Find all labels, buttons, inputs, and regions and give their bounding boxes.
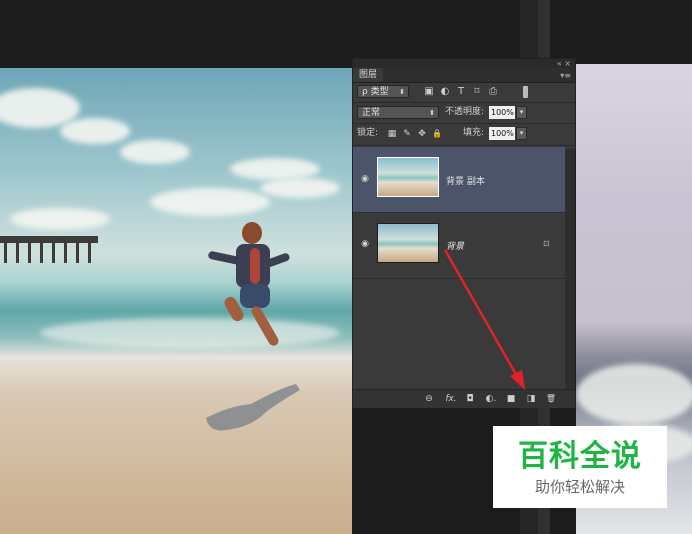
layers-bottom-toolbar: ⊖ fx. ◘ ◐. ■ ◨ 🗑 xyxy=(353,389,575,408)
lock-image-icon[interactable]: ✎ xyxy=(401,128,413,140)
new-layer-icon[interactable]: ◨ xyxy=(525,393,537,405)
adjustment-icon[interactable]: ◐. xyxy=(484,393,498,405)
shape-filter-icon[interactable]: ⌑ xyxy=(471,86,483,98)
cloud xyxy=(230,158,320,180)
fill-label: 填充: xyxy=(463,128,485,138)
fill-dropdown[interactable]: ▾ xyxy=(516,127,527,140)
pixel-filter-icon[interactable]: ▣ xyxy=(423,86,435,98)
cloud xyxy=(260,178,340,198)
lock-label: 锁定: xyxy=(357,128,379,138)
lock-position-icon[interactable]: ✥ xyxy=(416,128,428,140)
filter-toggle-icon[interactable] xyxy=(523,86,528,98)
pier xyxy=(0,236,98,266)
layer-row-background[interactable]: ◉ 背景 ⊡ xyxy=(353,213,565,278)
opacity-field[interactable]: 100% xyxy=(489,106,515,119)
layer-row-background-copy[interactable]: ◉ 背景 副本 xyxy=(353,147,565,212)
chevron-updown-icon: ⬍ xyxy=(399,88,405,96)
trash-icon[interactable]: 🗑 xyxy=(545,393,557,405)
fx-icon[interactable]: fx. xyxy=(443,393,459,405)
jumping-boy xyxy=(200,218,310,358)
cloud xyxy=(10,208,110,230)
opacity-label: 不透明度: xyxy=(445,107,485,117)
tab-layers[interactable]: 图层 xyxy=(353,68,384,82)
fill-field[interactable]: 100% xyxy=(489,127,515,140)
filter-type-value: 类型 xyxy=(370,87,389,97)
panel-menu-icon[interactable]: ▾≡ xyxy=(560,71,571,80)
layer-thumbnail xyxy=(377,223,439,263)
type-filter-icon[interactable]: T xyxy=(455,86,467,98)
mask-icon[interactable]: ◘ xyxy=(464,393,476,405)
boy-shadow xyxy=(206,384,300,431)
cloud xyxy=(60,118,130,144)
lock-all-icon[interactable]: 🔒 xyxy=(431,128,443,140)
cloud xyxy=(150,188,270,216)
filter-type-select[interactable]: ρ 类型 ⬍ xyxy=(357,85,409,98)
blend-mode-select[interactable]: 正常 ⬍ xyxy=(357,106,439,119)
watermark-subtitle: 助你轻松解决 xyxy=(534,478,625,496)
link-icon[interactable]: ⊖ xyxy=(423,393,435,405)
chevron-updown-icon: ⬍ xyxy=(429,109,435,117)
smart-object-filter-icon[interactable]: ⎙ xyxy=(487,86,499,98)
layers-scrollbar[interactable] xyxy=(565,149,575,389)
layer-name[interactable]: 背景 副本 xyxy=(446,174,485,187)
layers-panel: « × 图层 ▾≡ ρ 类型 ⬍ ▣ ◐ T ⌑ ⎙ 正常 ⬍ 不透明度: 10… xyxy=(352,58,576,408)
panel-header: « × xyxy=(353,59,575,68)
watermark: 百科全说 助你轻松解决 xyxy=(493,426,667,508)
watermark-title: 百科全说 xyxy=(518,439,642,474)
opacity-dropdown[interactable]: ▾ xyxy=(516,106,527,119)
panel-tab-bar: 图层 ▾≡ xyxy=(353,68,575,83)
wave-foam xyxy=(576,364,692,424)
blend-mode-value: 正常 xyxy=(362,108,381,118)
eye-icon[interactable]: ◉ xyxy=(359,174,371,184)
adjustment-filter-icon[interactable]: ◐ xyxy=(439,86,451,98)
eye-icon[interactable]: ◉ xyxy=(359,239,371,249)
cloud xyxy=(120,140,190,164)
panel-collapse-close-controls[interactable]: « × xyxy=(557,59,571,68)
lock-icon: ⊡ xyxy=(543,239,550,248)
layer-thumbnail xyxy=(377,157,439,197)
lock-transparent-icon[interactable]: ▦ xyxy=(386,128,398,140)
layer-name[interactable]: 背景 xyxy=(446,239,464,252)
folder-icon[interactable]: ■ xyxy=(505,393,517,405)
search-icon: ρ xyxy=(362,87,368,97)
pier-deck xyxy=(0,236,98,243)
